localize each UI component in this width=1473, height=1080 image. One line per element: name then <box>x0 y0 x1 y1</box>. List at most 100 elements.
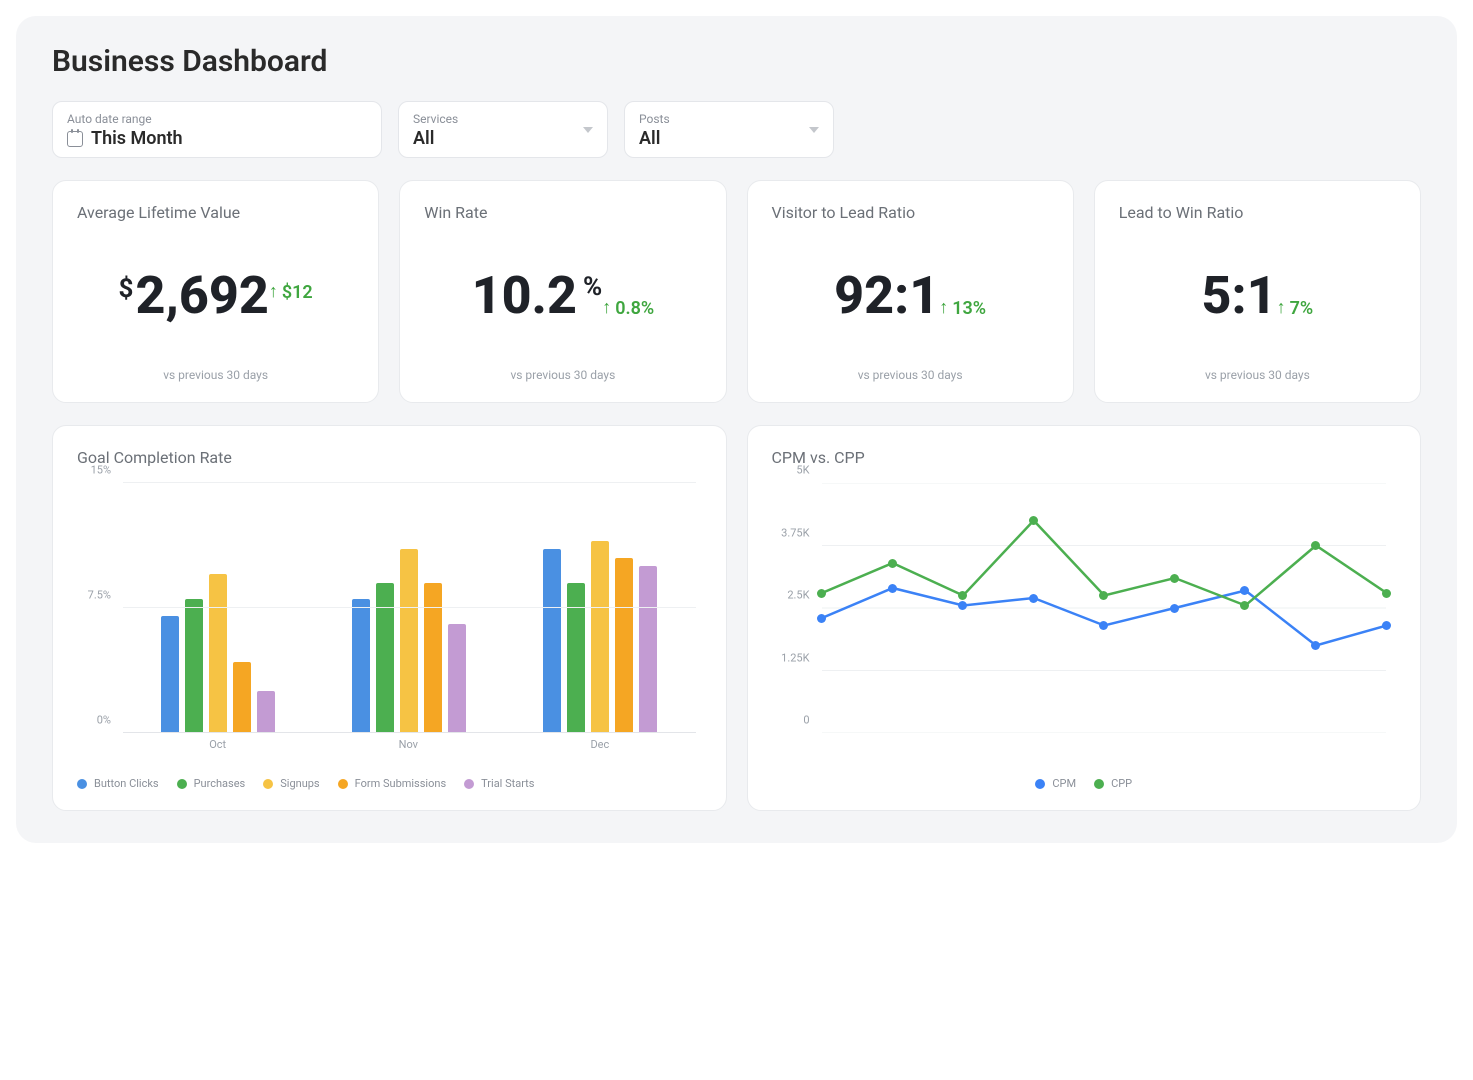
kpi-compare-text: vs previous 30 days <box>1119 368 1396 382</box>
data-point <box>1311 541 1320 550</box>
bar <box>591 541 609 732</box>
kpi-number: 5:1 <box>1202 270 1277 322</box>
legend-swatch <box>1094 779 1104 789</box>
kpi-compare-text: vs previous 30 days <box>77 368 354 382</box>
kpi-value: 92:1 <box>834 270 939 322</box>
chevron-down-icon <box>583 127 593 133</box>
bar-group <box>543 483 657 732</box>
legend-swatch <box>1035 779 1045 789</box>
kpi-value: 10.2% <box>472 270 603 322</box>
kpi-change: ↑13% <box>939 298 986 319</box>
y-tick-label: 7.5% <box>88 589 111 602</box>
data-point <box>817 614 826 623</box>
kpi-title: Lead to Win Ratio <box>1119 203 1396 222</box>
y-tick-label: 0% <box>97 714 111 727</box>
y-tick-label: 15% <box>91 464 111 477</box>
bar <box>543 549 561 732</box>
bar <box>448 624 466 732</box>
kpi-change: ↑0.8% <box>602 298 654 319</box>
legend-item: Button Clicks <box>77 777 159 790</box>
kpi-number: 92:1 <box>834 270 939 322</box>
kpi-suffix: % <box>583 274 602 300</box>
data-point <box>1029 516 1038 525</box>
filter-value: All <box>413 128 434 149</box>
kpi-card: Lead to Win Ratio 5:1↑7% vs previous 30 da… <box>1094 180 1421 403</box>
bar <box>376 583 394 732</box>
kpi-compare-text: vs previous 30 days <box>772 368 1049 382</box>
kpi-title: Win Rate <box>424 203 701 222</box>
legend-label: Trial Starts <box>481 777 534 790</box>
bar <box>639 566 657 732</box>
legend-label: Button Clicks <box>94 777 159 790</box>
filter-value: All <box>639 128 660 149</box>
kpi-prefix: $ <box>119 276 134 302</box>
arrow-up-icon: ↑ <box>1277 299 1286 317</box>
data-point <box>1382 621 1391 630</box>
legend-swatch <box>263 779 273 789</box>
date-range-filter[interactable]: Auto date range This Month <box>52 101 382 158</box>
legend-label: CPP <box>1111 777 1132 790</box>
kpi-card: Average Lifetime Value$2,692↑$12vs previ… <box>52 180 379 403</box>
arrow-up-icon: ↑ <box>939 299 948 317</box>
filter-label: Services <box>413 112 593 126</box>
x-tick-label: Dec <box>590 738 609 751</box>
x-tick-label: Oct <box>209 738 226 751</box>
data-point <box>1170 604 1179 613</box>
bar-group <box>161 483 275 732</box>
kpi-row: Average Lifetime Value$2,692↑$12vs previ… <box>52 180 1421 403</box>
arrow-up-icon: ↑ <box>602 299 611 317</box>
filter-label: Posts <box>639 112 819 126</box>
bar <box>233 662 251 732</box>
kpi-value: $2,692 <box>119 270 269 322</box>
legend-swatch <box>177 779 187 789</box>
legend-item: Trial Starts <box>464 777 534 790</box>
chart-legend: CPM CPP <box>772 777 1397 790</box>
bar-chart: 0%7.5%15% OctNovDec <box>77 483 702 763</box>
kpi-number: 10.2 <box>472 270 577 322</box>
legend-swatch <box>77 779 87 789</box>
data-point <box>888 584 897 593</box>
goal-completion-chart-card: Goal Completion Rate 0% 7.5% 15% Oct Nov Dec… <box>52 425 727 811</box>
data-point <box>817 589 826 598</box>
legend-item: Purchases <box>177 777 246 790</box>
line-chart: 01.25K2.5K3.75K5K <box>772 483 1397 763</box>
y-tick-label: 3.75K <box>781 526 809 539</box>
bar <box>209 574 227 732</box>
bar <box>424 583 442 732</box>
kpi-compare-text: vs previous 30 days <box>424 368 701 382</box>
posts-filter[interactable]: Posts All <box>624 101 834 158</box>
legend-label: Purchases <box>194 777 246 790</box>
page-title: Business Dashboard <box>52 44 1421 79</box>
kpi-title: Average Lifetime Value <box>77 203 354 222</box>
data-point <box>888 559 897 568</box>
legend-label: Signups <box>280 777 319 790</box>
y-tick-label: 1.25K <box>781 651 809 664</box>
filter-label: Auto date range <box>67 112 367 126</box>
chart-title: Goal Completion Rate <box>77 448 702 467</box>
y-tick-label: 2.5K <box>787 589 809 602</box>
data-point <box>1029 594 1038 603</box>
legend-swatch <box>338 779 348 789</box>
cpm-cpp-chart-card: CPM vs. CPP 01.25K2.5K3.75K5K CPMCPP <box>747 425 1422 811</box>
legend-label: CPM <box>1052 777 1076 790</box>
x-tick-label: Nov <box>399 738 418 751</box>
arrow-up-icon: ↑ <box>269 283 278 301</box>
filter-bar: Auto date range This Month Services All … <box>52 101 1421 158</box>
kpi-number: 2,692 <box>135 270 268 322</box>
services-filter[interactable]: Services All <box>398 101 608 158</box>
bar <box>615 558 633 732</box>
legend-item: CPM <box>1035 777 1076 790</box>
kpi-title: Visitor to Lead Ratio <box>772 203 1049 222</box>
filter-value: This Month <box>91 128 183 149</box>
kpi-change: ↑7% <box>1277 298 1314 319</box>
data-point <box>1311 641 1320 650</box>
legend-item: CPP <box>1094 777 1132 790</box>
legend-label: Form Submissions <box>355 777 447 790</box>
y-tick-label: 0 <box>803 714 809 727</box>
calendar-icon <box>67 131 83 147</box>
legend-swatch <box>464 779 474 789</box>
chart-title: CPM vs. CPP <box>772 448 1397 467</box>
bar <box>161 616 179 732</box>
chart-legend: Button Clicks Purchases Signups Form Submis… <box>77 777 702 790</box>
kpi-value: 5:1 <box>1202 270 1277 322</box>
